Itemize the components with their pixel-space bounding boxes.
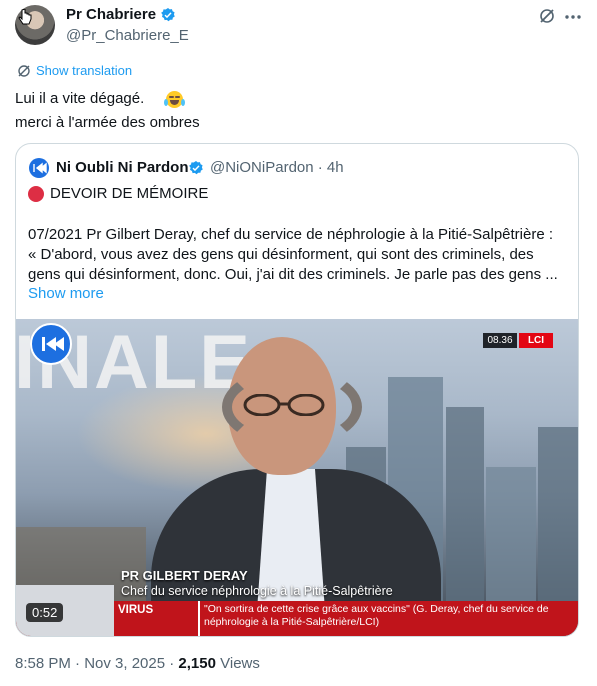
quote-author-handle[interactable]: @NiONiPardon · 4h [210, 159, 344, 176]
more-icon[interactable] [562, 8, 584, 26]
quote-author-avatar[interactable] [29, 158, 49, 178]
author-display-name[interactable]: Pr Chabriere [66, 6, 156, 23]
red-circle-icon [28, 186, 44, 202]
video-player[interactable]: INALE 08.36 LCI PR GILBERT DERAY Chef du… [16, 319, 578, 636]
quote-body: 07/2021 Pr Gilbert Deray, chef du servic… [28, 226, 558, 283]
lower-third-role: Chef du service néphrologie à la Pitié-S… [121, 584, 393, 598]
ticker-text: "On sortira de cette crise grâce aux vac… [204, 603, 549, 628]
video-duration: 0:52 [26, 603, 64, 622]
show-more-link[interactable]: Show more [28, 285, 104, 302]
translate-icon [18, 65, 30, 77]
speaker-glasses [243, 394, 325, 416]
quote-verified-badge-icon [189, 161, 203, 175]
rewind-logo-icon [33, 162, 47, 174]
quote-author-name[interactable]: Ni Oubli Ni Pardon [56, 159, 189, 176]
tweet-timestamp[interactable]: 8:58 PM · Nov 3, 2025 · [15, 655, 178, 672]
channel-logo: LCI [519, 333, 553, 348]
tweet-meta: 8:58 PM · Nov 3, 2025 · 2,150 Views [15, 655, 260, 672]
ticker-label: VIRUS [118, 604, 154, 616]
views-count: 2,150 [178, 655, 216, 672]
hand-cursor-icon [18, 9, 32, 25]
quoted-tweet-card[interactable]: Ni Oubli Ni Pardon @NiONiPardon · 4h DEV… [15, 143, 579, 637]
verified-badge-icon [161, 8, 175, 22]
quote-title: DEVOIR DE MÉMOIRE [50, 185, 209, 202]
rewind-play-button[interactable] [30, 323, 72, 365]
lower-third-name: PR GILBERT DERAY [121, 568, 248, 583]
grok-icon[interactable] [538, 7, 556, 25]
broadcast-clock: 08.36 [483, 333, 517, 348]
ticker-divider [198, 601, 200, 636]
views-label: Views [215, 655, 260, 672]
author-handle[interactable]: @Pr_Chabriere_E [66, 27, 189, 44]
show-translation-link[interactable]: Show translation [36, 63, 132, 78]
tears-of-joy-emoji-icon [164, 91, 185, 108]
